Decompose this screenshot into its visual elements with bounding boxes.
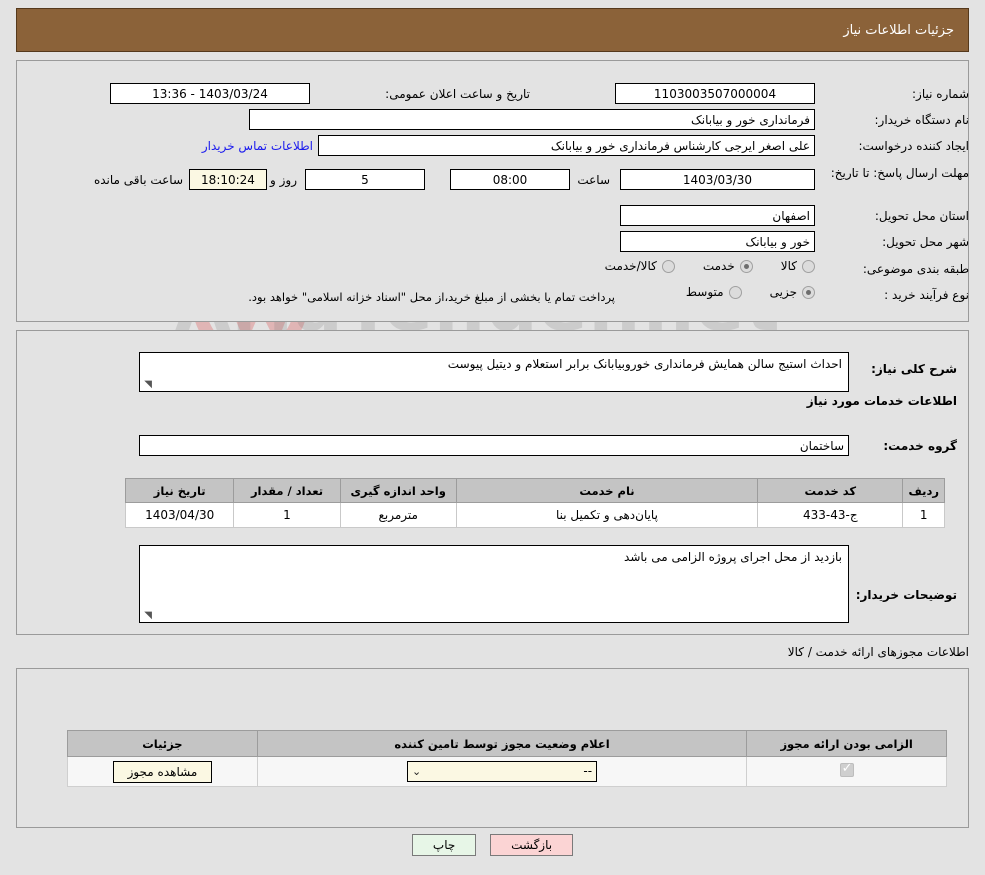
col-code: کد خدمت bbox=[757, 478, 904, 503]
general-desc-label: شرح کلی نیاز: bbox=[871, 362, 957, 376]
city-value[interactable]: خور و بیابانک bbox=[620, 231, 815, 252]
need-number-value[interactable]: 1103003507000004 bbox=[615, 83, 815, 104]
col-permit-required: الزامی بودن ارائه مجوز bbox=[746, 730, 947, 757]
permits-table: الزامی بودن ارائه مجوز اعلام وضعیت مجوز … bbox=[67, 730, 947, 787]
permits-header-row: الزامی بودن ارائه مجوز اعلام وضعیت مجوز … bbox=[67, 730, 947, 757]
table-row: 1 ج-43-433 پایان‌دهی و تکمیل بنا مترمربع… bbox=[124, 502, 945, 528]
col-name: نام خدمت bbox=[455, 478, 759, 503]
col-row-no: ردیف bbox=[902, 478, 945, 503]
permit-required-checkbox bbox=[839, 761, 854, 777]
radio-icon[interactable] bbox=[802, 285, 815, 299]
service-group-value[interactable]: ساختمان bbox=[139, 435, 849, 456]
deadline-hour-value[interactable]: 08:00 bbox=[450, 169, 570, 190]
buyer-notes-label: توضیحات خریدار: bbox=[855, 588, 957, 602]
request-creator-label: ایجاد کننده درخواست: bbox=[858, 139, 969, 153]
province-label: استان محل تحویل: bbox=[874, 209, 969, 223]
buyer-notes-value: بازدید از محل اجرای پروژه الزامی می باشد bbox=[624, 550, 842, 564]
general-desc-value: احداث استیج سالن همایش فرمانداری خوروبیا… bbox=[447, 357, 842, 371]
permit-status-select[interactable]: ⌄ -- bbox=[407, 761, 598, 782]
process-type-label: نوع فرآیند خرید : bbox=[884, 288, 969, 302]
process-type-option-medium[interactable]: متوسط bbox=[686, 285, 742, 299]
page-root: AriaTender.net جزئیات اطلاعات نیاز شماره… bbox=[0, 0, 985, 875]
print-button[interactable]: چاپ bbox=[411, 834, 477, 856]
footer-button-row: بازگشت چاپ bbox=[0, 834, 985, 856]
announce-datetime-value[interactable]: 1403/03/24 - 13:36 bbox=[110, 83, 310, 104]
category-option-goods-service[interactable]: کالا/خدمت bbox=[605, 259, 675, 273]
col-quantity: تعداد / مقدار bbox=[233, 478, 341, 503]
treasury-payment-note: پرداخت تمام یا بخشی از مبلغ خرید،از محل … bbox=[248, 290, 615, 304]
cell-quantity: 1 bbox=[233, 502, 341, 528]
buyer-contact-link[interactable]: اطلاعات تماس خریدار bbox=[202, 139, 313, 153]
permits-row: ⌄ -- مشاهده مجوز bbox=[67, 756, 947, 787]
general-desc-textarea[interactable]: احداث استیج سالن همایش فرمانداری خوروبیا… bbox=[139, 352, 849, 392]
cell-name: پایان‌دهی و تکمیل بنا bbox=[455, 502, 759, 528]
category-label: طبقه بندی موضوعی: bbox=[862, 262, 969, 276]
radio-icon[interactable] bbox=[802, 259, 815, 273]
cell-unit: مترمربع bbox=[339, 502, 457, 528]
chevron-down-icon: ⌄ bbox=[412, 765, 422, 778]
cell-permit-details: مشاهده مجوز bbox=[67, 756, 258, 787]
buyer-notes-textarea[interactable]: بازدید از محل اجرای پروژه الزامی می باشد… bbox=[139, 545, 849, 623]
cell-code: ج-43-433 bbox=[757, 502, 904, 528]
buyer-org-label: نام دستگاه خریدار: bbox=[874, 113, 970, 127]
deadline-countdown-value: 18:10:24 bbox=[189, 169, 267, 190]
radio-icon[interactable] bbox=[739, 259, 753, 273]
col-date: تاریخ نیاز bbox=[124, 478, 235, 503]
cell-permit-status: ⌄ -- bbox=[256, 756, 748, 787]
cell-date: 1403/04/30 bbox=[124, 502, 235, 528]
deadline-label: مهلت ارسال پاسخ: تا تاریخ: bbox=[830, 166, 969, 180]
table-header-row: ردیف کد خدمت نام خدمت واحد اندازه گیری ت… bbox=[124, 478, 945, 503]
col-permit-details: جزئیات bbox=[67, 730, 258, 757]
deadline-countdown-label: ساعت باقی مانده bbox=[93, 173, 183, 187]
services-section-heading: اطلاعات خدمات مورد نیاز bbox=[806, 394, 957, 408]
city-label: شهر محل تحویل: bbox=[882, 235, 969, 249]
cell-permit-required bbox=[746, 756, 947, 787]
process-type-option-minor[interactable]: جزیی bbox=[770, 285, 815, 299]
resize-grip-icon[interactable]: ◥ bbox=[142, 380, 152, 390]
window-title-bar: جزئیات اطلاعات نیاز bbox=[16, 8, 969, 52]
radio-icon[interactable] bbox=[728, 285, 742, 299]
cell-row-no: 1 bbox=[902, 502, 945, 528]
announce-datetime-label: تاریخ و ساعت اعلان عمومی: bbox=[385, 87, 530, 101]
services-table: ردیف کد خدمت نام خدمت واحد اندازه گیری ت… bbox=[124, 478, 945, 528]
category-radio-group: کالا خدمت کالا/خدمت bbox=[583, 259, 815, 273]
process-type-radio-group: جزیی متوسط bbox=[664, 285, 815, 299]
service-group-label: گروه خدمت: bbox=[883, 439, 957, 453]
category-option-goods[interactable]: کالا bbox=[781, 259, 815, 273]
deadline-days-value[interactable]: 5 bbox=[305, 169, 425, 190]
view-permit-button[interactable]: مشاهده مجوز bbox=[112, 760, 213, 783]
col-permit-status: اعلام وضعیت مجوز توسط تامین کننده bbox=[256, 730, 748, 757]
deadline-date-value[interactable]: 1403/03/30 bbox=[620, 169, 815, 190]
page-title: جزئیات اطلاعات نیاز bbox=[843, 22, 954, 38]
permit-status-value: -- bbox=[583, 764, 593, 778]
need-number-label: شماره نیاز: bbox=[912, 87, 969, 101]
province-value[interactable]: اصفهان bbox=[620, 205, 815, 226]
deadline-hour-label: ساعت bbox=[577, 173, 610, 187]
deadline-days-label: روز و bbox=[270, 173, 297, 187]
resize-grip-icon[interactable]: ◥ bbox=[142, 611, 152, 621]
radio-icon[interactable] bbox=[661, 259, 675, 273]
permits-section-heading: اطلاعات مجوزهای ارائه خدمت / کالا bbox=[787, 645, 969, 659]
col-unit: واحد اندازه گیری bbox=[339, 478, 457, 503]
buyer-org-value[interactable]: فرمانداری خور و بیابانک bbox=[249, 109, 815, 130]
back-button[interactable]: بازگشت bbox=[490, 834, 574, 856]
category-option-service[interactable]: خدمت bbox=[703, 259, 753, 273]
request-creator-value[interactable]: علی اصغر ایرجی کارشناس فرمانداری خور و ب… bbox=[318, 135, 815, 156]
